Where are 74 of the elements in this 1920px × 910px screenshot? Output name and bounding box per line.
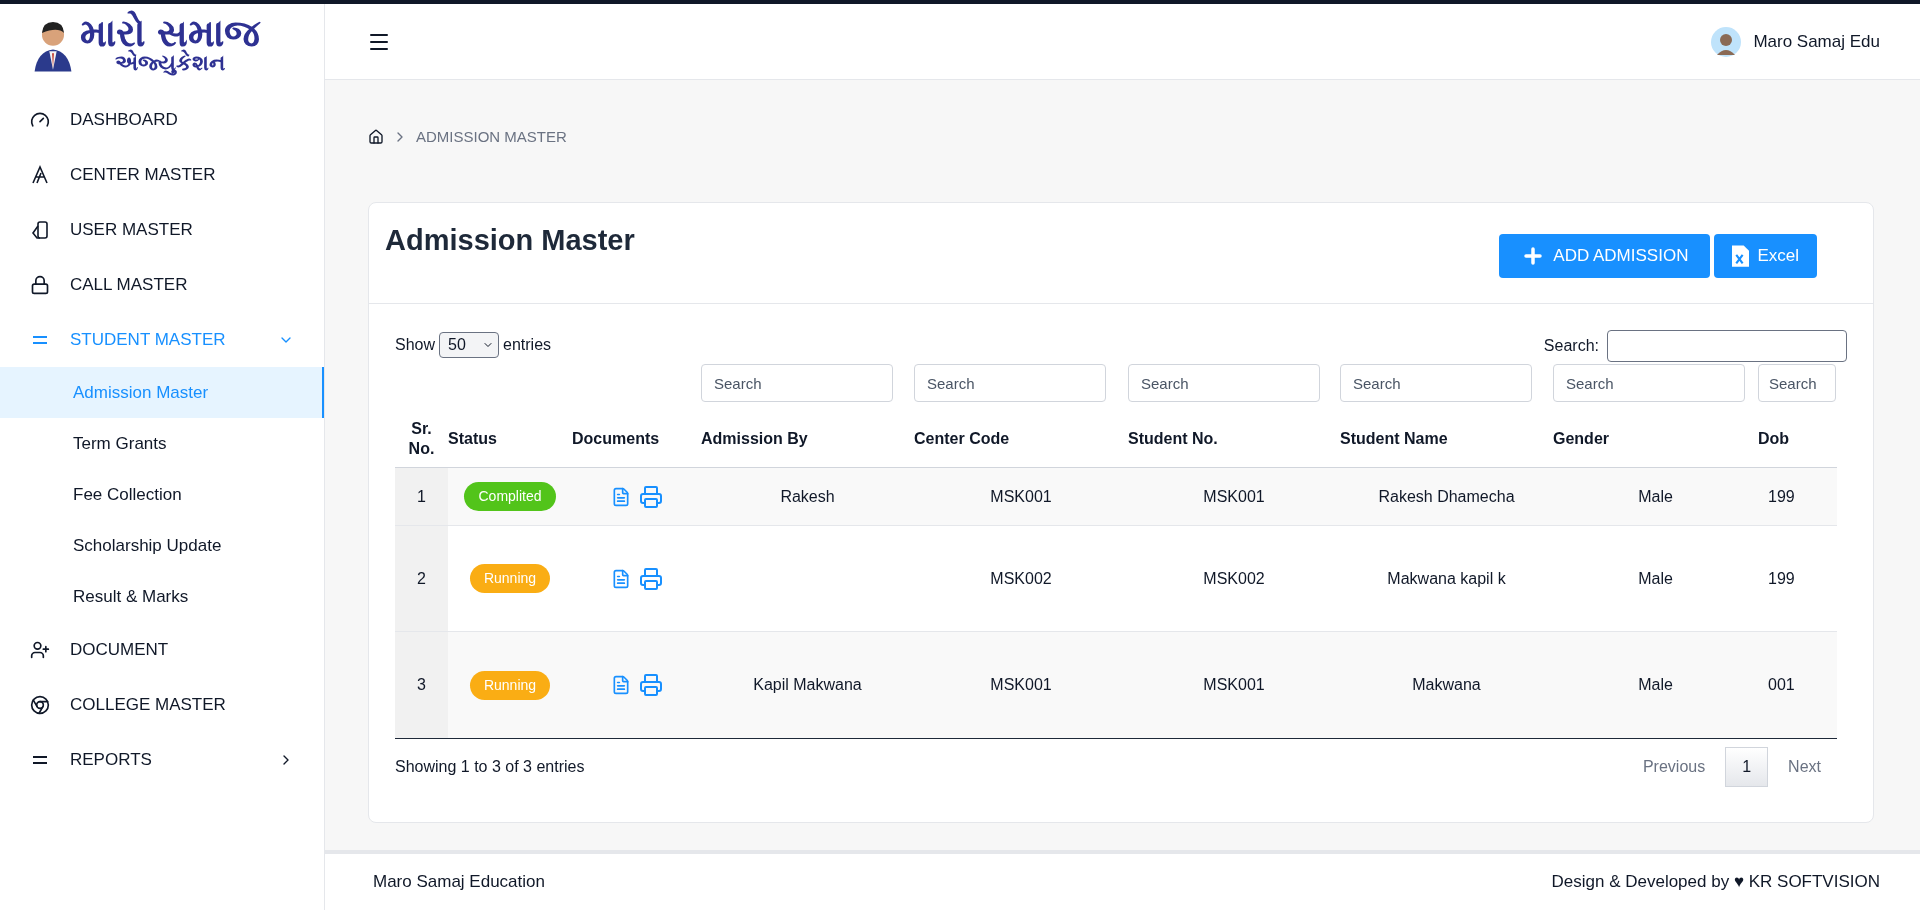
lock-icon — [30, 274, 50, 295]
print-icon[interactable] — [638, 673, 663, 697]
column-header: Sr. No. — [407, 418, 436, 459]
letter-icon — [30, 164, 50, 185]
table-cell-text: Male — [1638, 486, 1673, 507]
table-cell-text: MSK001 — [1203, 486, 1265, 507]
card-title: Admission Master — [385, 223, 635, 258]
table-cell-text: Kapil Makwana — [753, 675, 862, 695]
status-badge: Running — [469, 564, 551, 593]
status-badge: Complited — [464, 482, 556, 511]
user-plus-icon — [30, 639, 50, 660]
circle-icon — [30, 694, 50, 715]
table-cell-text: 3 — [417, 675, 426, 695]
table-cell-text: Rakesh Dhamecha — [1378, 486, 1515, 507]
credit-text: Design & Developed by ♥ KR SOFTVISION — [1551, 871, 1880, 894]
page-link[interactable]: 1 — [1725, 746, 1769, 787]
table-info: Showing 1 to 3 of 3 entries — [395, 756, 585, 777]
previous-link[interactable]: Previous — [1626, 746, 1722, 787]
search-field[interactable] — [1607, 330, 1847, 362]
submenu-item[interactable]: Result & Marks — [0, 571, 324, 622]
show-label: Show — [395, 335, 436, 355]
submenu-item[interactable]: Term Grants — [0, 418, 324, 469]
entries-label: entries — [503, 335, 552, 355]
status-badge: Running — [469, 670, 551, 700]
next-link[interactable]: Next — [1772, 746, 1837, 787]
table-cell-text: Rakesh — [780, 486, 835, 507]
sidebar-item[interactable]: DASHBOARD — [0, 92, 324, 147]
table-cell-text: 1 — [417, 486, 426, 507]
table-cell-text: 001 — [1767, 675, 1796, 695]
column-header: Admission By — [701, 428, 808, 449]
table-cell-text: Makwana kapil k — [1387, 568, 1506, 589]
column-search-field[interactable]: Search — [701, 364, 893, 402]
column-header: Student Name — [1340, 428, 1448, 449]
avatar-icon[interactable] — [1711, 26, 1742, 57]
submenu-item[interactable]: Fee Collection — [0, 469, 324, 520]
sidebar-item[interactable]: REPORTS — [0, 732, 324, 787]
column-header: Documents — [572, 428, 660, 449]
table-cell-text: Male — [1638, 675, 1673, 695]
column-header: Student No. — [1128, 428, 1218, 449]
column-header: Status — [448, 428, 497, 449]
breadcrumb-item: ADMISSION MASTER — [416, 126, 567, 147]
table-cell-text: MSK001 — [990, 675, 1052, 695]
submenu-item[interactable]: Scholarship Update — [0, 520, 324, 571]
column-header: Center Code — [914, 428, 1010, 449]
column-header: Gender — [1553, 428, 1609, 449]
excel-file-icon — [1732, 245, 1750, 267]
column-search-field[interactable]: Search — [1758, 364, 1836, 402]
table-cell-text: MSK002 — [990, 568, 1052, 589]
table-cell-text: Makwana — [1412, 675, 1481, 695]
column-header: Dob — [1758, 428, 1790, 449]
table-cell-text: MSK002 — [1203, 568, 1265, 589]
column-search-field[interactable]: Search — [914, 364, 1106, 402]
column-search-field[interactable]: Search — [1340, 364, 1532, 402]
column-search-field[interactable]: Search — [1553, 364, 1745, 402]
sidebar-item[interactable]: USER MASTER — [0, 202, 324, 257]
page-size-select[interactable]: 50 — [439, 332, 500, 358]
footer-text: Maro Samaj Education — [373, 871, 545, 894]
table-cell-text: Male — [1638, 568, 1673, 589]
print-icon[interactable] — [638, 566, 663, 591]
cards-icon — [30, 219, 50, 240]
home-icon[interactable] — [368, 129, 384, 145]
column-search-field[interactable]: Search — [1128, 364, 1320, 402]
table-cell-text: MSK001 — [990, 486, 1052, 507]
sidebar-item[interactable]: COLLEGE MASTER — [0, 677, 324, 732]
table-cell-text: 199 — [1767, 568, 1796, 589]
sidebar-item[interactable]: DOCUMENT — [0, 622, 324, 677]
table-cell-text: 199 — [1767, 486, 1796, 507]
sidebar-item[interactable]: CENTER MASTER — [0, 147, 324, 202]
sidebar-item[interactable]: CALL MASTER — [0, 257, 324, 312]
user-name: Maro Samaj Edu — [1753, 30, 1880, 53]
table-cell-text: 2 — [417, 568, 426, 589]
print-icon[interactable] — [638, 484, 663, 509]
search-label: Search: — [1543, 336, 1599, 356]
table-cell-text: MSK001 — [1203, 675, 1265, 695]
